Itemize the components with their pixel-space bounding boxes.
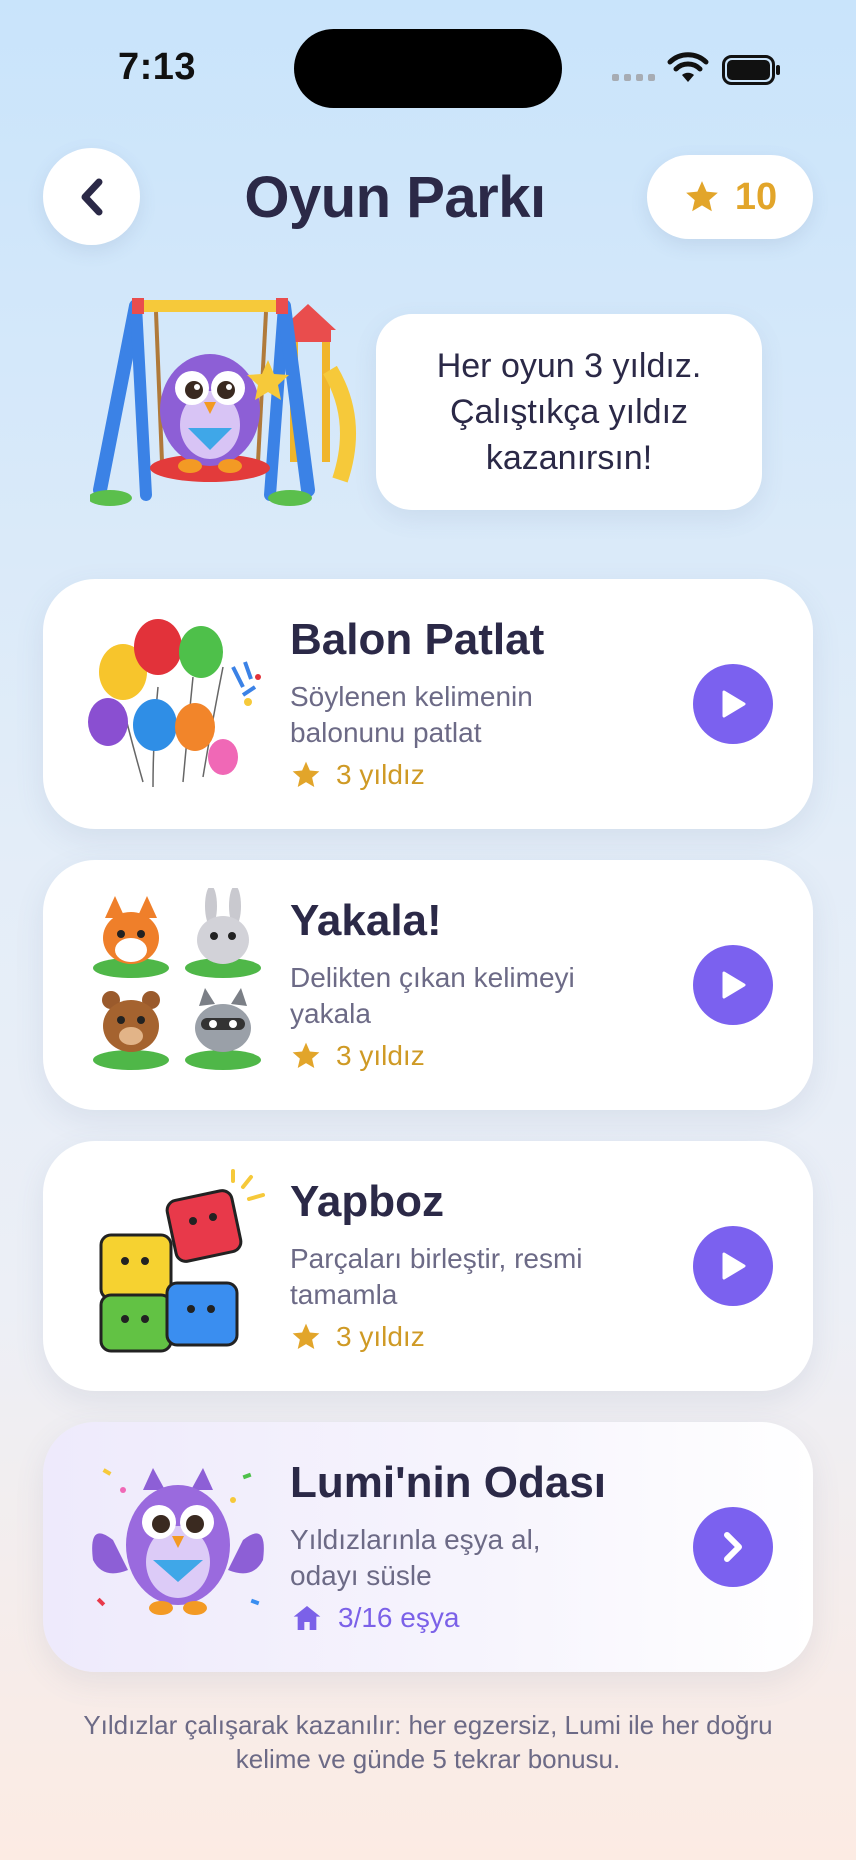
battery-icon	[722, 55, 780, 85]
chevron-right-icon	[724, 1532, 742, 1562]
footer-note: Yıldızlar çalışarak kazanılır: her egzer…	[83, 1710, 773, 1774]
open-room-button[interactable]	[693, 1507, 773, 1587]
reward-label: 3 yıldız	[336, 1040, 425, 1071]
game-title: Yakala!	[290, 896, 442, 945]
room-title: Lumi'nin Odası	[290, 1458, 607, 1507]
wifi-icon	[667, 52, 709, 82]
status-time: 7:13	[118, 46, 197, 88]
house-icon	[293, 1606, 321, 1630]
page-title: Oyun Parkı	[244, 165, 546, 230]
star-count: 10	[734, 175, 778, 218]
game-reward: 3 yıldız	[290, 1040, 425, 1072]
game-card-yakala[interactable]: Yakala! Delikten çıkan kelimeyi yakala 3…	[43, 860, 813, 1110]
hero: Her oyun 3 yıldız. Çalıştıkça yıldız kaz…	[0, 290, 856, 530]
game-title: Yapboz	[290, 1177, 445, 1226]
star-icon	[292, 761, 320, 787]
owl-celebrating-illustration	[92, 1468, 264, 1615]
puzzle-pieces-illustration	[99, 1169, 265, 1353]
reward-label: 3 yıldız	[336, 1321, 425, 1352]
game-reward: 3 yıldız	[290, 759, 425, 791]
balloons-illustration	[88, 619, 261, 788]
room-progress: 3/16 eşya	[290, 1602, 459, 1634]
status-bar: 7:13	[0, 0, 856, 130]
hint-bubble: Her oyun 3 yıldız. Çalıştıkça yıldız kaz…	[376, 314, 762, 510]
header: Oyun Parkı 10	[0, 140, 856, 260]
dynamic-island	[294, 29, 562, 108]
room-card-lumi[interactable]: Lumi'nin Odası Yıldızlarınla eşya al, od…	[43, 1422, 813, 1672]
game-card-balon-patlat[interactable]: Balon Patlat Söylenen kelimenin balonunu…	[43, 579, 813, 829]
star-icon	[292, 1042, 320, 1068]
play-button[interactable]	[693, 1226, 773, 1306]
game-description: Söylenen kelimenin balonunu patlat	[290, 681, 533, 748]
play-icon	[722, 971, 746, 999]
star-balance: 10	[647, 155, 813, 239]
back-button[interactable]	[43, 148, 140, 245]
star-icon	[686, 181, 718, 212]
game-description: Delikten çıkan kelimeyi yakala	[290, 962, 575, 1029]
room-description: Yıldızlarınla eşya al, odayı süsle	[290, 1524, 541, 1591]
game-description: Parçaları birleştir, resmi tamamla	[290, 1243, 583, 1310]
cellular-signal-icon	[612, 74, 655, 81]
progress-label: 3/16 eşya	[338, 1602, 460, 1633]
play-icon	[722, 1252, 746, 1280]
game-card-yapboz[interactable]: Yapboz Parçaları birleştir, resmi tamaml…	[43, 1141, 813, 1391]
star-icon	[292, 1323, 320, 1349]
play-button[interactable]	[693, 664, 773, 744]
game-title: Balon Patlat	[290, 615, 545, 664]
game-reward: 3 yıldız	[290, 1321, 425, 1353]
chevron-left-icon	[81, 178, 102, 215]
reward-label: 3 yıldız	[336, 759, 425, 790]
play-button[interactable]	[693, 945, 773, 1025]
animals-in-holes-illustration	[93, 888, 261, 1070]
owl-on-swing-illustration	[90, 298, 356, 506]
status-icons	[612, 50, 792, 90]
play-icon	[722, 690, 746, 718]
